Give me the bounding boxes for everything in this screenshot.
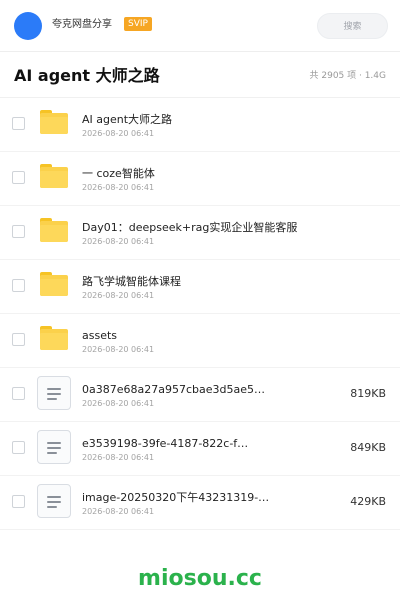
folder-icon xyxy=(40,110,68,134)
file-date: 2026-08-20 06:41 xyxy=(82,453,155,462)
document-icon xyxy=(37,430,71,464)
row-checkbox[interactable] xyxy=(12,333,25,346)
file-date: 2026-08-20 06:41 xyxy=(82,399,155,408)
svip-badge: SVIP xyxy=(124,17,152,31)
file-name: Day01：deepseek+rag实现企业智能客服 xyxy=(82,221,298,234)
file-row[interactable]: e3539198-39fe-4187-822c-f… 2026-08-20 06… xyxy=(0,422,400,476)
file-row[interactable]: assets 2026-08-20 06:41 xyxy=(0,314,400,368)
folder-icon xyxy=(40,164,68,188)
file-date: 2026-08-20 06:41 xyxy=(82,345,155,354)
file-size: 429KB xyxy=(350,495,386,508)
row-checkbox[interactable] xyxy=(12,171,25,184)
file-date: 2026-08-20 06:41 xyxy=(82,129,155,138)
document-icon xyxy=(37,484,71,518)
file-row[interactable]: Day01：deepseek+rag实现企业智能客服 2026-08-20 06… xyxy=(0,206,400,260)
file-size: 819KB xyxy=(350,387,386,400)
file-size: 849KB xyxy=(350,441,386,454)
file-date: 2026-08-20 06:41 xyxy=(82,507,155,516)
file-date: 2026-08-20 06:41 xyxy=(82,237,155,246)
row-checkbox[interactable] xyxy=(12,387,25,400)
search-input[interactable] xyxy=(318,15,387,39)
app-header: 夸克网盘分享 SVIP xyxy=(0,0,400,52)
watermark: miosou.cc xyxy=(138,566,262,591)
row-checkbox[interactable] xyxy=(12,441,25,454)
file-list: AI agent大师之路 2026-08-20 06:41 一 coze智能体 … xyxy=(0,98,400,530)
folder-icon xyxy=(40,272,68,296)
document-icon xyxy=(37,376,71,410)
file-name: 0a387e68a27a957cbae3d5ae5… xyxy=(82,383,265,396)
row-checkbox[interactable] xyxy=(12,279,25,292)
folder-icon xyxy=(40,218,68,242)
file-row[interactable]: image-20250320下午43231319-… 2026-08-20 06… xyxy=(0,476,400,530)
row-checkbox[interactable] xyxy=(12,117,25,130)
folder-title-bar: AI agent 大师之路 共 2905 项 · 1.4G xyxy=(0,52,400,98)
row-checkbox[interactable] xyxy=(12,225,25,238)
file-name: AI agent大师之路 xyxy=(82,113,173,126)
file-name: assets xyxy=(82,329,118,342)
file-name: 一 coze智能体 xyxy=(82,167,155,180)
file-row[interactable]: AI agent大师之路 2026-08-20 06:41 xyxy=(0,98,400,152)
file-name: 路飞学城智能体课程 xyxy=(82,275,181,288)
file-row[interactable]: 0a387e68a27a957cbae3d5ae5… 2026-08-20 06… xyxy=(0,368,400,422)
file-name: image-20250320下午43231319-… xyxy=(82,491,270,504)
file-date: 2026-08-20 06:41 xyxy=(82,183,155,192)
row-checkbox[interactable] xyxy=(12,495,25,508)
search-box[interactable] xyxy=(317,13,388,39)
page-title: AI agent 大师之路 xyxy=(14,66,160,85)
file-row[interactable]: 路飞学城智能体课程 2026-08-20 06:41 xyxy=(0,260,400,314)
file-name: e3539198-39fe-4187-822c-f… xyxy=(82,437,249,450)
app-name: 夸克网盘分享 xyxy=(52,19,112,30)
file-row[interactable]: 一 coze智能体 2026-08-20 06:41 xyxy=(0,152,400,206)
folder-icon xyxy=(40,326,68,350)
item-count: 共 2905 项 · 1.4G xyxy=(309,71,387,81)
avatar[interactable] xyxy=(14,12,42,40)
file-date: 2026-08-20 06:41 xyxy=(82,291,155,300)
